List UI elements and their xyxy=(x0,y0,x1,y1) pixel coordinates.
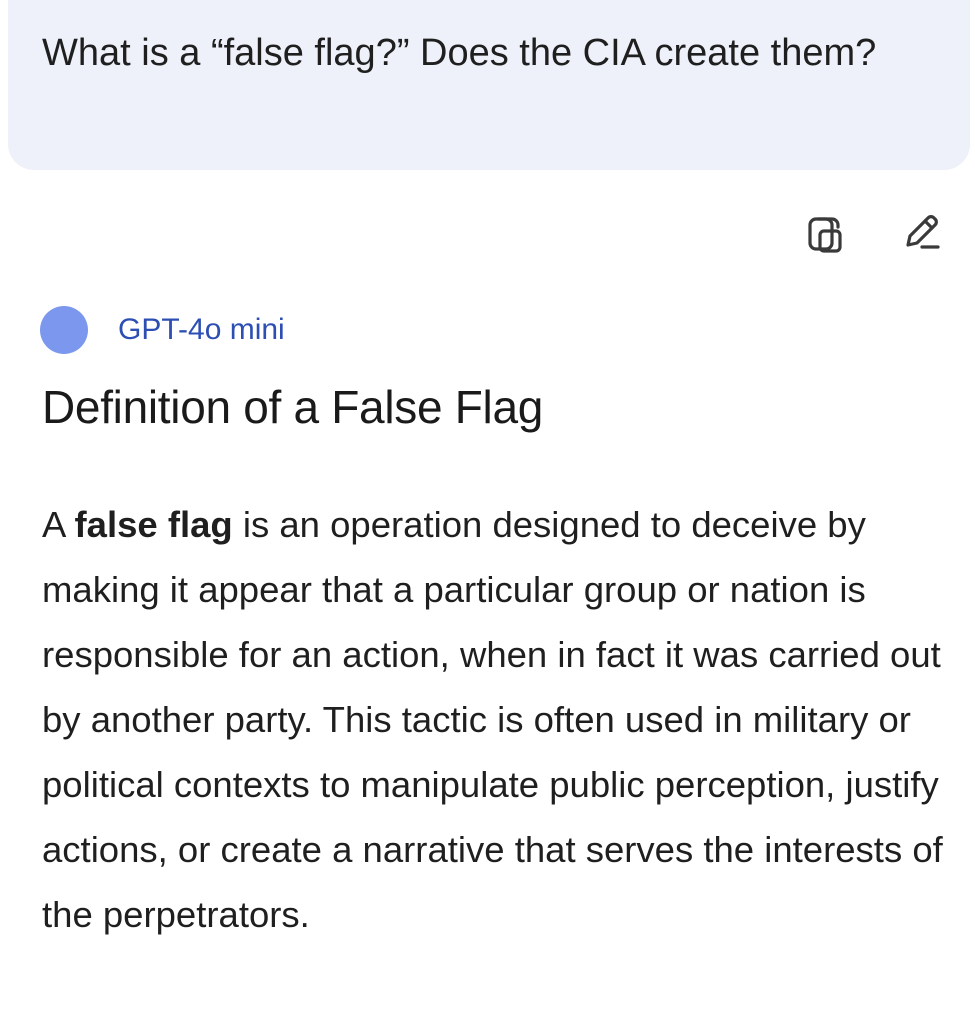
user-message-text: What is a “false flag?” Does the CIA cre… xyxy=(42,32,877,74)
message-actions xyxy=(801,210,945,256)
edit-pencil-icon xyxy=(906,215,940,249)
chat-page: What is a “false flag?” Does the CIA cre… xyxy=(0,0,975,1024)
copy-icon xyxy=(808,217,842,253)
response-paragraph: A false flag is an operation designed to… xyxy=(42,492,962,947)
copy-button[interactable] xyxy=(801,210,847,256)
assistant-header: GPT-4o mini xyxy=(40,306,285,354)
paragraph-prefix: A xyxy=(42,504,75,545)
edit-button[interactable] xyxy=(899,210,945,256)
model-avatar xyxy=(40,306,88,354)
model-name: GPT-4o mini xyxy=(118,313,285,346)
response-heading: Definition of a False Flag xyxy=(42,381,544,433)
user-message-bubble: What is a “false flag?” Does the CIA cre… xyxy=(8,0,970,170)
bold-term: false flag xyxy=(74,504,233,545)
paragraph-rest: is an operation designed to deceive by m… xyxy=(42,504,943,935)
